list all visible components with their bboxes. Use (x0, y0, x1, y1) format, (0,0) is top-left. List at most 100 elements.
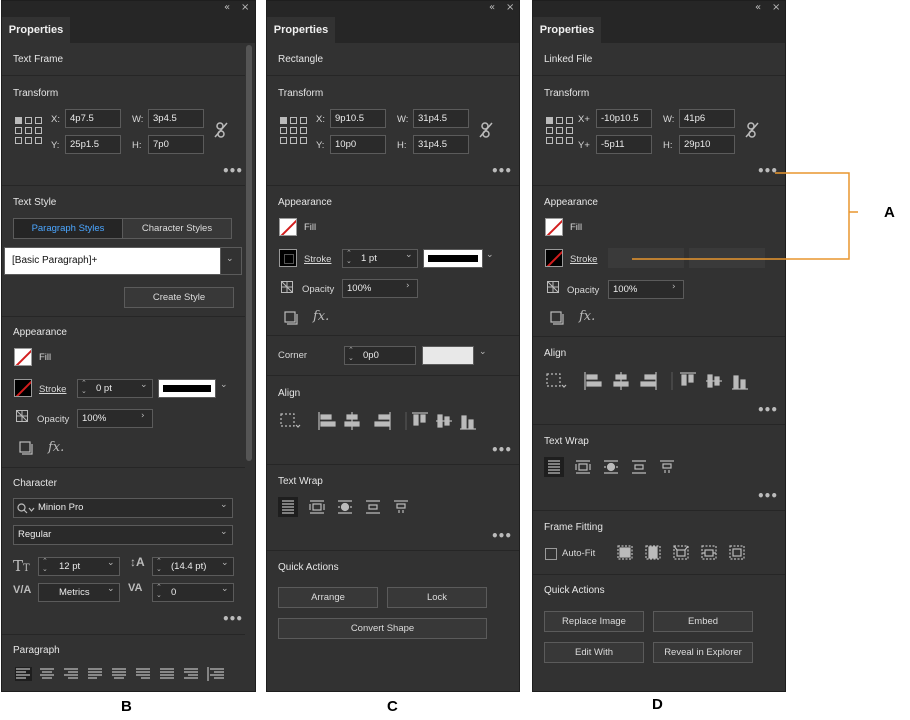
paragraph-style-dropdown[interactable]: [Basic Paragraph]+ ⌄ (4, 247, 242, 275)
close-icon[interactable]: × (772, 2, 780, 13)
constrain-proportions-icon[interactable] (745, 122, 759, 138)
more-options-icon[interactable]: ••• (757, 489, 778, 503)
drop-shadow-icon[interactable] (19, 441, 33, 455)
chevron-down-icon[interactable]: ⌄ (220, 527, 228, 537)
more-options-icon[interactable]: ••• (491, 529, 512, 543)
reveal-in-explorer-button[interactable]: Reveal in Explorer (653, 642, 753, 663)
chevron-down-icon[interactable]: ⌄ (221, 584, 229, 594)
drop-shadow-icon[interactable] (550, 311, 564, 325)
width-field[interactable]: 31p4.5 (413, 109, 469, 128)
more-options-icon[interactable]: ••• (491, 443, 512, 457)
fill-swatch[interactable] (545, 218, 563, 236)
collapse-icon[interactable]: « (224, 2, 230, 13)
arrange-button[interactable]: Arrange (278, 587, 378, 608)
lock-button[interactable]: Lock (387, 587, 487, 608)
replace-image-button[interactable]: Replace Image (544, 611, 644, 632)
collapse-icon[interactable]: « (489, 2, 495, 13)
stroke-swatch[interactable] (14, 379, 32, 397)
chevron-down-icon[interactable]: ⌄ (220, 380, 228, 390)
more-options-icon[interactable]: ••• (491, 164, 512, 178)
callout-label-a: A (884, 204, 895, 221)
y-position-field[interactable]: 10p0 (330, 135, 386, 154)
height-field[interactable]: 29p10 (679, 135, 735, 154)
chevron-right-icon[interactable]: › (141, 411, 145, 421)
more-options-icon[interactable]: ••• (222, 164, 243, 178)
width-field[interactable]: 41p6 (679, 109, 735, 128)
chevron-down-icon[interactable]: ⌄ (405, 250, 413, 260)
convert-shape-button[interactable]: Convert Shape (278, 618, 487, 639)
chevron-down-icon[interactable]: ⌄ (479, 347, 487, 357)
corner-shape-preview[interactable] (422, 346, 474, 365)
stroke-swatch[interactable] (545, 249, 563, 267)
stepper-icon[interactable]: ⌃ ⌄ (81, 379, 87, 395)
tab-properties[interactable]: Properties (267, 17, 335, 43)
fx-icon[interactable]: fx. (579, 309, 595, 324)
chevron-down-icon: ⌄ (226, 254, 234, 264)
fill-swatch[interactable] (14, 348, 32, 366)
embed-button[interactable]: Embed (653, 611, 753, 632)
section-title-frame-fitting: Frame Fitting (544, 522, 603, 533)
fill-swatch[interactable] (279, 218, 297, 236)
align-icons[interactable] (280, 412, 485, 430)
height-field[interactable]: 7p0 (148, 135, 204, 154)
stroke-link[interactable]: Stroke (304, 254, 331, 265)
chevron-down-icon[interactable]: ⌄ (107, 558, 115, 568)
chevron-right-icon[interactable]: › (406, 281, 410, 291)
reference-point-icon[interactable] (15, 117, 43, 145)
constrain-proportions-icon[interactable] (479, 122, 493, 138)
constrain-proportions-icon[interactable] (214, 122, 228, 138)
x-position-field[interactable]: 4p7.5 (65, 109, 121, 128)
stepper-icon[interactable]: ⌃ ⌄ (156, 583, 162, 599)
stepper-icon[interactable]: ⌃ ⌄ (348, 346, 354, 362)
fx-icon[interactable]: fx. (313, 309, 329, 324)
chevron-down-icon[interactable]: ⌄ (221, 558, 229, 568)
align-icons[interactable] (546, 372, 751, 390)
fx-icon[interactable]: fx. (48, 440, 64, 455)
stepper-icon[interactable]: ⌃ ⌄ (42, 557, 48, 573)
font-search-icon[interactable] (17, 503, 35, 514)
divider (267, 335, 519, 336)
auto-fit-checkbox[interactable] (545, 548, 557, 560)
font-style-field[interactable]: Regular (13, 525, 233, 545)
paragraph-alignment-icons[interactable] (15, 667, 230, 681)
x-position-field[interactable]: 9p10.5 (330, 109, 386, 128)
width-field[interactable]: 3p4.5 (148, 109, 204, 128)
font-family-field[interactable]: Minion Pro (13, 498, 233, 518)
close-icon[interactable]: × (241, 2, 249, 13)
chevron-down-icon[interactable]: ⌄ (486, 250, 494, 260)
edit-with-button[interactable]: Edit With (544, 642, 644, 663)
reference-point-icon[interactable] (280, 117, 308, 145)
more-options-icon[interactable]: ••• (757, 403, 778, 417)
corner-radius-field[interactable]: 0p0 (344, 346, 416, 365)
text-wrap-icons[interactable] (278, 497, 418, 517)
frame-fitting-icons[interactable] (616, 544, 751, 562)
stroke-type-preview[interactable] (158, 379, 216, 398)
chevron-down-icon[interactable]: ⌄ (107, 584, 115, 594)
drop-shadow-icon[interactable] (284, 311, 298, 325)
chevron-down-icon[interactable]: ⌄ (140, 380, 148, 390)
text-wrap-icons[interactable] (544, 457, 684, 477)
tab-properties[interactable]: Properties (533, 17, 601, 43)
chevron-down-icon[interactable]: ⌄ (220, 500, 228, 510)
collapse-icon[interactable]: « (755, 2, 761, 13)
height-field[interactable]: 31p4.5 (413, 135, 469, 154)
y-position-field[interactable]: -5p11 (596, 135, 652, 154)
close-icon[interactable]: × (506, 2, 514, 13)
tab-character-styles[interactable]: Character Styles (122, 218, 232, 239)
tab-paragraph-styles[interactable]: Paragraph Styles (13, 218, 123, 239)
stepper-icon[interactable]: ⌃ ⌄ (346, 249, 352, 265)
stroke-link[interactable]: Stroke (39, 384, 66, 395)
chevron-right-icon[interactable]: › (672, 282, 676, 292)
stepper-icon[interactable]: ⌃ ⌄ (156, 557, 162, 573)
stroke-link[interactable]: Stroke (570, 254, 597, 265)
reference-point-icon[interactable] (546, 117, 574, 145)
create-style-button[interactable]: Create Style (124, 287, 234, 308)
tab-properties[interactable]: Properties (2, 17, 70, 43)
x-position-field[interactable]: -10p10.5 (596, 109, 652, 128)
more-options-icon[interactable]: ••• (222, 612, 243, 626)
stroke-type-preview[interactable] (423, 249, 483, 268)
stroke-swatch[interactable] (279, 249, 297, 267)
y-position-field[interactable]: 25p1.5 (65, 135, 121, 154)
panel-label-c: C (387, 698, 398, 715)
scrollbar[interactable] (246, 45, 252, 461)
